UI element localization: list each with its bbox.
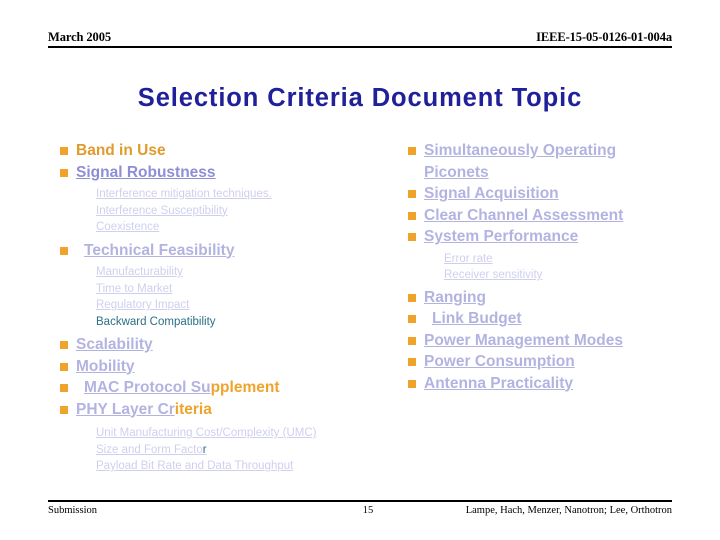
bullet-label: Antenna Practicality — [424, 374, 574, 392]
bullet-label: Technical Feasibility — [84, 241, 235, 259]
bullet-simultaneously-operating-piconets[interactable]: Simultaneously Operating Piconets — [400, 140, 700, 183]
bullet-phy-layer-criteria[interactable]: PHY Layer Criteria — [52, 399, 397, 421]
system-performance-subitems: Error rate Receiver sensitivity — [400, 251, 700, 284]
bullet-link-budget[interactable]: Link Budget — [400, 308, 700, 330]
sub-item: Coexistence — [96, 221, 160, 233]
square-bullet-icon — [60, 405, 68, 414]
square-bullet-icon — [60, 147, 68, 155]
right-column: Simultaneously Operating Piconets Signal… — [400, 140, 700, 394]
bullet-mobility[interactable]: Mobility — [52, 356, 397, 378]
square-bullet-icon — [408, 315, 416, 323]
bullet-system-performance[interactable]: System Performance — [400, 226, 700, 248]
bullet-power-management-modes[interactable]: Power Management Modes — [400, 330, 700, 352]
header-row: March 2005 IEEE-15-05-0126-01-004a — [48, 30, 672, 44]
square-bullet-icon — [60, 362, 68, 371]
sub-item: Manufacturability — [96, 266, 183, 278]
footer-row: Submission 15 Lampe, Hach, Menzer, Nanot… — [48, 505, 672, 516]
bullet-signal-acquisition[interactable]: Signal Acquisition — [400, 183, 700, 205]
footer-page-number: 15 — [362, 505, 374, 516]
bullet-signal-robustness[interactable]: Signal Robustness — [52, 162, 397, 184]
sub-item: Backward Compatibility — [96, 315, 216, 328]
bullet-scalability[interactable]: Scalability — [52, 334, 397, 356]
bullet-label: Simultaneously Operating — [424, 142, 617, 159]
bullet-mac-protocol-supplement[interactable]: MAC Protocol Supplement — [52, 377, 397, 399]
bullet-power-consumption[interactable]: Power Consumption — [400, 351, 700, 373]
square-bullet-icon — [60, 168, 68, 177]
square-bullet-icon — [408, 233, 416, 241]
header-doc-id: IEEE-15-05-0126-01-004a — [536, 30, 672, 44]
square-bullet-icon — [408, 190, 416, 198]
square-bullet-icon — [60, 341, 68, 349]
bullet-label: Band in Use — [76, 142, 166, 159]
footer-submission-label: Submission — [48, 505, 98, 516]
square-bullet-icon — [408, 293, 416, 302]
bullet-label-line2: Piconets — [424, 163, 489, 181]
sub-item-tail: r — [202, 443, 207, 456]
square-bullet-icon — [408, 336, 416, 345]
technical-feasibility-subitems: Manufacturability Time to Market Regulat… — [52, 264, 397, 330]
bullet-label-part-orange: iteria — [174, 400, 212, 418]
left-bullet-list: Band in Use Signal Robustness Interferen… — [52, 140, 397, 475]
square-bullet-icon — [408, 147, 416, 155]
header-divider — [48, 46, 672, 48]
sub-item: Error rate — [444, 252, 493, 265]
sub-item: Size and Form Factor — [96, 442, 397, 459]
bullet-label: System Performance — [424, 228, 579, 245]
square-bullet-icon — [408, 358, 416, 366]
bullet-label: Clear Channel Assessment — [424, 206, 624, 224]
bullet-clear-channel-assessment[interactable]: Clear Channel Assessment — [400, 205, 700, 227]
sub-item: Payload Bit Rate and Data Throughput — [96, 460, 294, 472]
bullet-label: Scalability — [76, 336, 153, 353]
sub-item: Time to Market — [96, 282, 173, 295]
slide-body: Band in Use Signal Robustness Interferen… — [0, 140, 720, 490]
bullet-label-part-orange: pplement — [210, 379, 280, 396]
sub-item-head: Size and Form Facto — [96, 443, 203, 456]
footer-divider — [48, 500, 672, 502]
signal-robustness-subitems: Interference mitigation techniques. Inte… — [52, 186, 397, 236]
sub-item: Regulatory Impact — [96, 299, 190, 311]
bullet-label: Signal Robustness — [76, 163, 216, 181]
slide-header: March 2005 IEEE-15-05-0126-01-004a — [48, 30, 672, 56]
square-bullet-icon — [60, 384, 68, 392]
bullet-ranging[interactable]: Ranging — [400, 287, 700, 309]
phy-layer-subitems: Unit Manufacturing Cost/Complexity (UMC)… — [52, 425, 397, 475]
bullet-label: Mobility — [76, 357, 135, 375]
page-title: Selection Criteria Document Topic — [137, 84, 583, 112]
bullet-antenna-practicality[interactable]: Antenna Practicality — [400, 373, 700, 395]
square-bullet-icon — [408, 211, 416, 220]
bullet-label-part-blue: MAC Protocol Su — [84, 379, 211, 396]
footer-authors: Lampe, Hach, Menzer, Nanotron; Lee, Orth… — [465, 505, 672, 516]
square-bullet-icon — [408, 379, 416, 388]
left-column: Band in Use Signal Robustness Interferen… — [52, 140, 397, 478]
sub-item: Interference Susceptibility — [96, 204, 228, 217]
bullet-label: Ranging — [424, 288, 486, 306]
header-date: March 2005 — [48, 30, 111, 44]
sub-item: Interference mitigation techniques. — [96, 188, 272, 200]
bullet-label-part-blue: PHY Layer Cr — [76, 400, 175, 418]
bullet-label: Link Budget — [432, 310, 522, 327]
right-bullet-list: Simultaneously Operating Piconets Signal… — [400, 140, 700, 394]
bullet-label: Power Management Modes — [424, 331, 623, 349]
square-bullet-icon — [60, 246, 68, 255]
sub-item: Unit Manufacturing Cost/Complexity (UMC) — [96, 427, 317, 439]
bullet-technical-feasibility[interactable]: Technical Feasibility — [52, 240, 397, 262]
bullet-band-in-use[interactable]: Band in Use — [52, 140, 397, 162]
bullet-label: Power Consumption — [424, 353, 575, 370]
slide-footer: Submission 15 Lampe, Hach, Menzer, Nanot… — [48, 500, 672, 516]
sub-item: Receiver sensitivity — [444, 269, 543, 281]
bullet-label: Signal Acquisition — [424, 185, 559, 202]
